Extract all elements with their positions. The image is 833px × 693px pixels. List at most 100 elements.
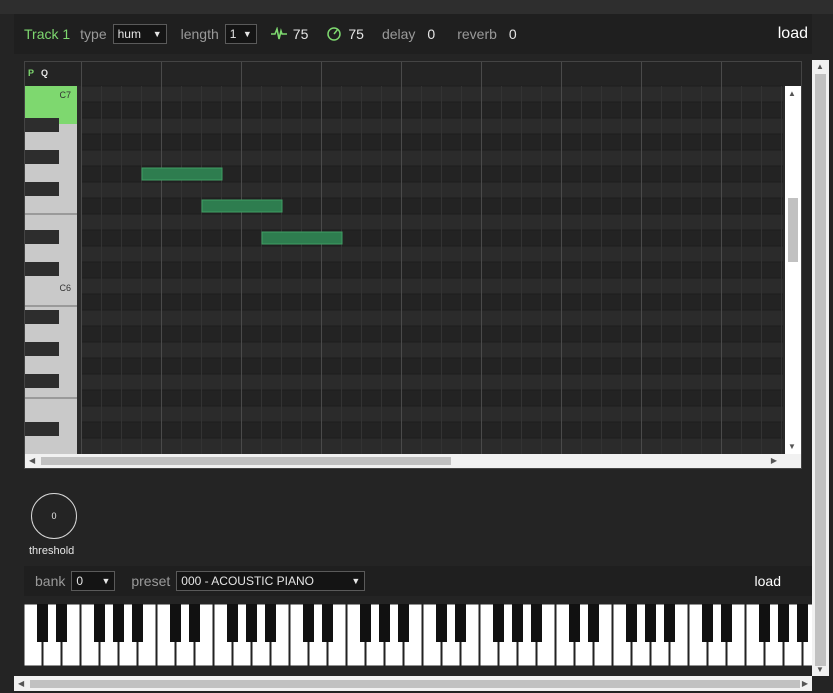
waveform-icon xyxy=(270,27,287,41)
black-key[interactable] xyxy=(588,604,599,642)
black-key[interactable] xyxy=(56,604,67,642)
note-block[interactable] xyxy=(261,231,343,245)
grid-row xyxy=(81,246,783,262)
black-key[interactable] xyxy=(189,604,200,642)
page-vertical-scrollbar[interactable]: ▲ ▼ xyxy=(812,60,829,676)
preset-label: preset xyxy=(131,573,171,589)
scroll-up-icon[interactable]: ▲ xyxy=(816,62,824,71)
scroll-up-icon[interactable]: ▲ xyxy=(788,89,796,98)
piano-roll: P Q C7 C6 ▲ ▼ ◀ ▶ xyxy=(24,61,802,469)
scroll-left-icon[interactable]: ◀ xyxy=(18,679,24,688)
black-key[interactable] xyxy=(227,604,238,642)
black-key[interactable] xyxy=(265,604,276,642)
black-key[interactable] xyxy=(759,604,770,642)
roll-keys-svg: C7 C6 xyxy=(25,86,77,454)
grid-row xyxy=(81,86,783,102)
black-key[interactable] xyxy=(113,604,124,642)
black-key[interactable] xyxy=(569,604,580,642)
roll-vertical-scroll-thumb[interactable] xyxy=(788,198,798,262)
black-key[interactable] xyxy=(436,604,447,642)
piano-roll-keys[interactable]: C7 C6 xyxy=(25,86,77,454)
note-block[interactable] xyxy=(141,167,223,181)
p-toggle[interactable]: P xyxy=(28,68,34,78)
chevron-down-icon: ▼ xyxy=(351,576,361,586)
black-key[interactable] xyxy=(664,604,675,642)
roll-black-key xyxy=(25,310,59,324)
grid-row xyxy=(81,214,783,230)
length-select[interactable]: 1 ▼ xyxy=(224,24,257,44)
type-label: type xyxy=(80,26,107,42)
black-key[interactable] xyxy=(778,604,789,642)
top-strip xyxy=(0,0,833,14)
black-key[interactable] xyxy=(398,604,409,642)
threshold-knob[interactable]: 0 xyxy=(31,493,77,539)
length-label: length xyxy=(180,26,219,42)
instrument-load-button[interactable]: load xyxy=(755,573,781,589)
bank-select[interactable]: 0 ▼ xyxy=(71,571,116,591)
threshold-label: threshold xyxy=(29,545,75,557)
roll-black-key xyxy=(25,230,59,244)
roll-black-key xyxy=(25,342,59,356)
black-key[interactable] xyxy=(626,604,637,642)
key-label-c7: C7 xyxy=(59,90,71,100)
grid-row xyxy=(81,294,783,310)
grid-row xyxy=(81,118,783,134)
scroll-left-icon[interactable]: ◀ xyxy=(29,456,35,465)
black-key[interactable] xyxy=(360,604,371,642)
black-key[interactable] xyxy=(512,604,523,642)
key-label-c6: C6 xyxy=(59,283,71,293)
roll-black-key xyxy=(25,374,59,388)
scroll-right-icon[interactable]: ▶ xyxy=(802,679,808,688)
black-key[interactable] xyxy=(702,604,713,642)
black-key[interactable] xyxy=(379,604,390,642)
note-grid-svg xyxy=(81,62,783,454)
page-horizontal-scrollbar[interactable]: ◀ ▶ xyxy=(14,676,812,691)
length-select-value: 1 xyxy=(229,27,237,41)
q-toggle[interactable]: Q xyxy=(41,68,48,78)
black-key[interactable] xyxy=(493,604,504,642)
track-name[interactable]: Track 1 xyxy=(24,26,70,42)
grid-header xyxy=(81,62,783,86)
volume-value[interactable]: 75 xyxy=(293,26,309,42)
page-horizontal-scroll-thumb[interactable] xyxy=(30,680,800,688)
note-block[interactable] xyxy=(201,199,283,213)
black-key[interactable] xyxy=(246,604,257,642)
black-key[interactable] xyxy=(645,604,656,642)
type-select[interactable]: hum ▼ xyxy=(112,24,167,44)
black-key[interactable] xyxy=(531,604,542,642)
grid-row xyxy=(81,342,783,358)
black-key[interactable] xyxy=(94,604,105,642)
note-grid[interactable] xyxy=(81,62,783,454)
roll-horizontal-scrollbar[interactable]: ◀ ▶ xyxy=(25,454,801,468)
roll-horizontal-scroll-thumb[interactable] xyxy=(41,457,451,465)
roll-vertical-scrollbar[interactable]: ▲ ▼ xyxy=(785,86,801,454)
scroll-down-icon[interactable]: ▼ xyxy=(788,442,796,451)
black-key[interactable] xyxy=(170,604,181,642)
black-key[interactable] xyxy=(797,604,808,642)
preset-select[interactable]: 000 - ACOUSTIC PIANO ▼ xyxy=(176,571,366,591)
grid-row xyxy=(81,326,783,342)
black-key[interactable] xyxy=(132,604,143,642)
grid-row xyxy=(81,310,783,326)
header-load-button[interactable]: load xyxy=(778,25,808,43)
piano-keyboard[interactable] xyxy=(24,604,812,666)
delay-value[interactable]: 0 xyxy=(427,26,435,42)
black-key[interactable] xyxy=(322,604,333,642)
roll-black-key xyxy=(25,262,59,276)
keyboard-svg xyxy=(24,604,812,666)
scroll-right-icon[interactable]: ▶ xyxy=(771,456,777,465)
black-key[interactable] xyxy=(37,604,48,642)
page-vertical-scroll-thumb[interactable] xyxy=(815,74,826,666)
black-key[interactable] xyxy=(303,604,314,642)
grid-row xyxy=(81,198,783,214)
chevron-down-icon: ▼ xyxy=(242,29,252,39)
threshold-knob-value: 0 xyxy=(51,511,57,521)
reverb-value[interactable]: 0 xyxy=(509,26,517,42)
roll-black-key xyxy=(25,182,59,196)
type-select-value: hum xyxy=(117,27,141,41)
black-key[interactable] xyxy=(455,604,466,642)
black-key[interactable] xyxy=(721,604,732,642)
scroll-down-icon[interactable]: ▼ xyxy=(816,665,824,674)
grid-row xyxy=(81,182,783,198)
tempo-value[interactable]: 75 xyxy=(348,26,364,42)
